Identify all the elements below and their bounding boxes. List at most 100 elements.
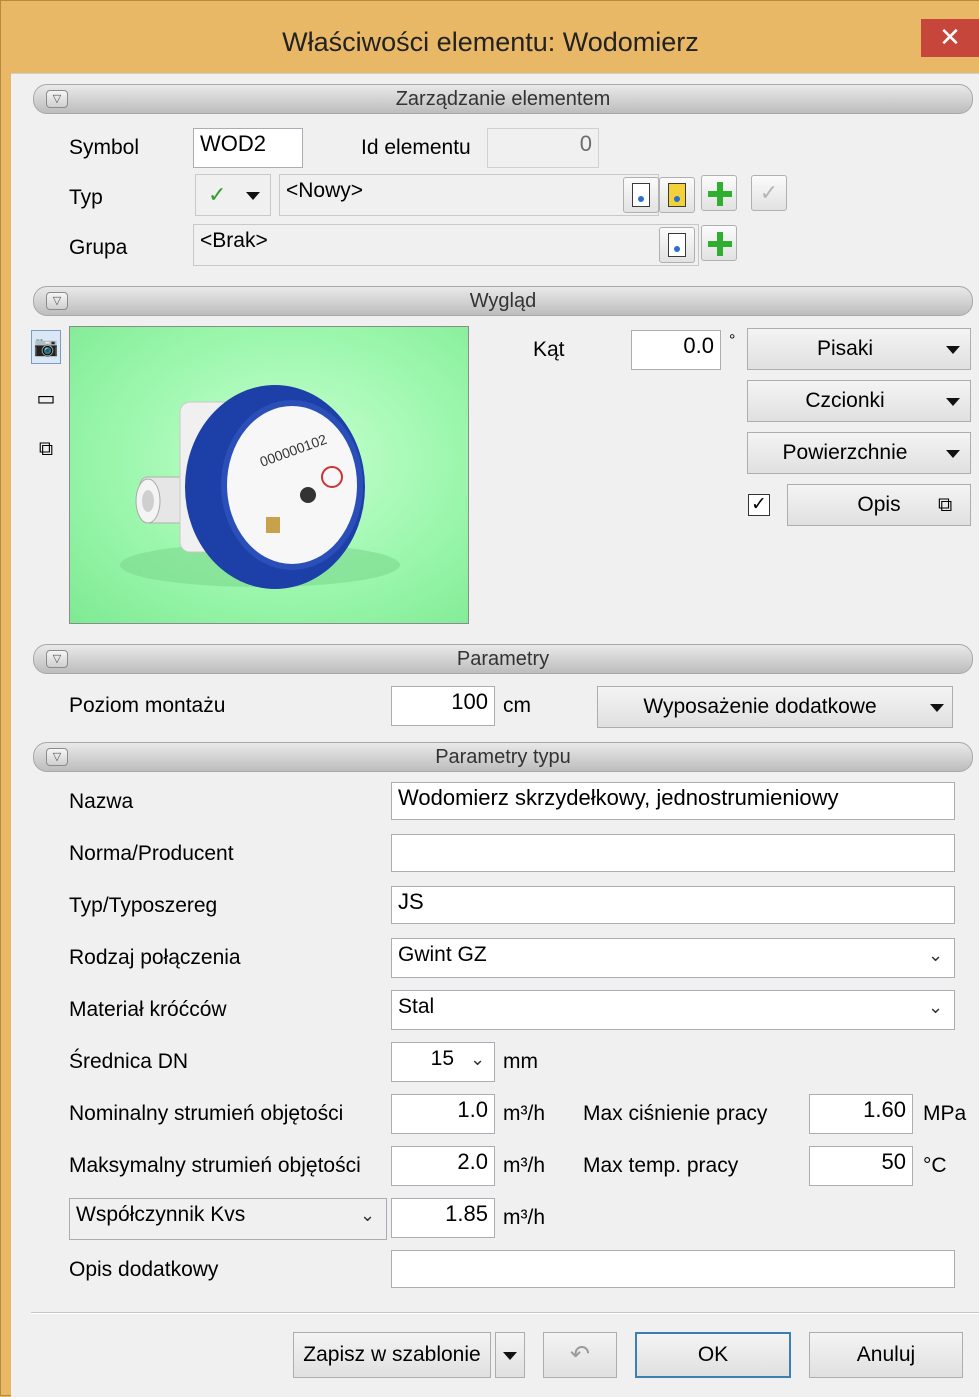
save-template-dropdown[interactable] — [495, 1332, 525, 1378]
ok-button[interactable]: OK — [635, 1332, 791, 1378]
kvs-input[interactable]: 1.85 — [391, 1198, 495, 1238]
type-label: Typ — [69, 186, 103, 209]
max-temp-input[interactable]: 50 — [809, 1146, 913, 1186]
dropdown-caret-icon — [946, 346, 960, 354]
chevron-down-icon: ⌄ — [928, 997, 944, 1017]
chevron-down-icon: ⌄ — [928, 945, 944, 965]
window-title: Właściwości elementu: Wodomierz — [282, 27, 699, 57]
stub-material-value: Stal — [398, 995, 435, 1018]
extra-equipment-button[interactable]: Wyposażenie dodatkowe — [597, 686, 953, 728]
section-title: Parametry typu — [435, 746, 571, 768]
type-series-input[interactable]: JS — [391, 886, 955, 924]
kvs-unit: m³/h — [503, 1206, 545, 1229]
name-input[interactable]: Wodomierz skrzydełkowy, jednostrumieniow… — [391, 782, 955, 820]
section-title: Wygląd — [469, 290, 537, 312]
dropdown-caret-icon — [946, 450, 960, 458]
pressure-unit: MPa — [923, 1102, 967, 1125]
check-green-icon: ✓ — [208, 182, 227, 207]
fonts-button-label: Czcionki — [805, 389, 885, 412]
diameter-label: Średnica DN — [69, 1050, 189, 1073]
dropdown-caret-icon — [946, 398, 960, 406]
dropdown-caret-icon — [246, 192, 260, 200]
extra-description-input[interactable] — [391, 1250, 955, 1288]
max-flow-unit: m³/h — [503, 1154, 545, 1177]
description-button-label: Opis — [857, 493, 901, 516]
cancel-button[interactable]: Anuluj — [809, 1332, 963, 1378]
id-input: 0 — [487, 128, 599, 168]
surfaces-button[interactable]: Powierzchnie — [747, 432, 971, 474]
nominal-flow-label: Nominalny strumień objętości — [69, 1102, 344, 1125]
stub-material-label: Materiał króćców — [69, 998, 227, 1021]
view-2d-outline-icon[interactable]: ▭ — [31, 382, 61, 416]
pens-button[interactable]: Pisaki — [747, 328, 971, 370]
title-bar[interactable]: Właściwości elementu: Wodomierz ✕ — [1, 1, 979, 73]
document-icon — [632, 183, 650, 207]
type-state-dropdown[interactable]: ✓ — [195, 174, 271, 216]
dialog-window: Właściwości elementu: Wodomierz ✕ ▽ Zarz… — [0, 0, 979, 1397]
open-window-icon: ⧉ — [938, 494, 953, 516]
extra-equipment-label: Wyposażenie dodatkowe — [643, 695, 877, 718]
group-load-button[interactable] — [659, 227, 695, 263]
undo-icon: ↶ — [569, 1341, 591, 1368]
angle-unit: ° — [729, 332, 736, 349]
kvs-mode-value: Współczynnik Kvs — [76, 1203, 246, 1226]
section-title: Parametry — [456, 648, 550, 670]
dropdown-caret-icon — [930, 704, 944, 712]
document-icon — [668, 233, 686, 257]
id-label: Id elementu — [361, 136, 471, 159]
max-pressure-label: Max ciśnienie pracy — [583, 1102, 768, 1125]
diameter-select[interactable]: 15 ⌄ — [391, 1042, 495, 1082]
nominal-flow-unit: m³/h — [503, 1102, 545, 1125]
description-button[interactable]: Opis ⧉ — [787, 484, 971, 526]
angle-input[interactable]: 0.0 — [631, 330, 721, 370]
nominal-flow-input[interactable]: 1.0 — [391, 1094, 495, 1134]
diameter-value: 15 — [430, 1047, 454, 1070]
add-group-button[interactable] — [701, 225, 737, 261]
type-select[interactable]: <Nowy> — [279, 174, 659, 216]
type-edit-button[interactable] — [659, 177, 695, 213]
close-button[interactable]: ✕ — [921, 19, 979, 57]
connection-select[interactable]: Gwint GZ ⌄ — [391, 938, 955, 978]
norm-input[interactable] — [391, 834, 955, 872]
undo-button[interactable]: ↶ — [543, 1332, 617, 1378]
section-header-management[interactable]: ▽ Zarządzanie elementem — [33, 84, 973, 114]
max-pressure-input[interactable]: 1.60 — [809, 1094, 913, 1134]
group-select[interactable]: <Brak> — [193, 224, 699, 266]
add-type-button[interactable] — [701, 175, 737, 211]
dialog-client-area: ▽ Zarządzanie elementem Symbol WOD2 Id e… — [11, 73, 979, 1397]
document-yellow-icon — [668, 183, 686, 207]
mount-level-input[interactable]: 100 — [391, 686, 495, 726]
description-checkbox[interactable]: ✓ — [748, 494, 770, 516]
view-3d-box-icon[interactable]: ⧉ — [31, 432, 61, 466]
section-header-type-parameters[interactable]: ▽ Parametry typu — [33, 742, 973, 772]
max-flow-input[interactable]: 2.0 — [391, 1146, 495, 1186]
element-preview-image: 000000102 — [69, 326, 469, 624]
dropdown-caret-icon — [503, 1352, 517, 1360]
confirm-type-button[interactable]: ✓ — [751, 175, 787, 211]
max-temp-label: Max temp. pracy — [583, 1154, 739, 1177]
symbol-input[interactable]: WOD2 — [193, 128, 303, 168]
pens-button-label: Pisaki — [816, 337, 874, 360]
temp-unit: °C — [923, 1154, 947, 1177]
type-load-button[interactable] — [623, 177, 659, 213]
water-meter-illustration: 000000102 — [120, 385, 400, 589]
footer-divider — [31, 1312, 979, 1314]
norm-label: Norma/Producent — [69, 842, 234, 865]
stub-material-select[interactable]: Stal ⌄ — [391, 990, 955, 1030]
section-header-parameters[interactable]: ▽ Parametry — [33, 644, 973, 674]
symbol-label: Symbol — [69, 136, 140, 159]
extra-description-label: Opis dodatkowy — [69, 1258, 219, 1281]
check-icon: ✓ — [759, 180, 779, 205]
fonts-button[interactable]: Czcionki — [747, 380, 971, 422]
chevron-down-icon: ⌄ — [470, 1049, 486, 1069]
section-header-appearance[interactable]: ▽ Wygląd — [33, 286, 973, 316]
section-title: Zarządzanie elementem — [395, 88, 611, 110]
view-3d-render-icon[interactable]: 📷 — [31, 330, 61, 364]
group-label: Grupa — [69, 236, 128, 259]
save-template-button[interactable]: Zapisz w szablonie — [293, 1332, 491, 1378]
chevron-down-icon: ⌄ — [360, 1205, 376, 1225]
max-flow-label: Maksymalny strumień objętości — [69, 1154, 361, 1177]
name-label: Nazwa — [69, 790, 134, 813]
kvs-mode-select[interactable]: Współczynnik Kvs ⌄ — [69, 1198, 387, 1240]
surfaces-button-label: Powierzchnie — [782, 441, 908, 464]
